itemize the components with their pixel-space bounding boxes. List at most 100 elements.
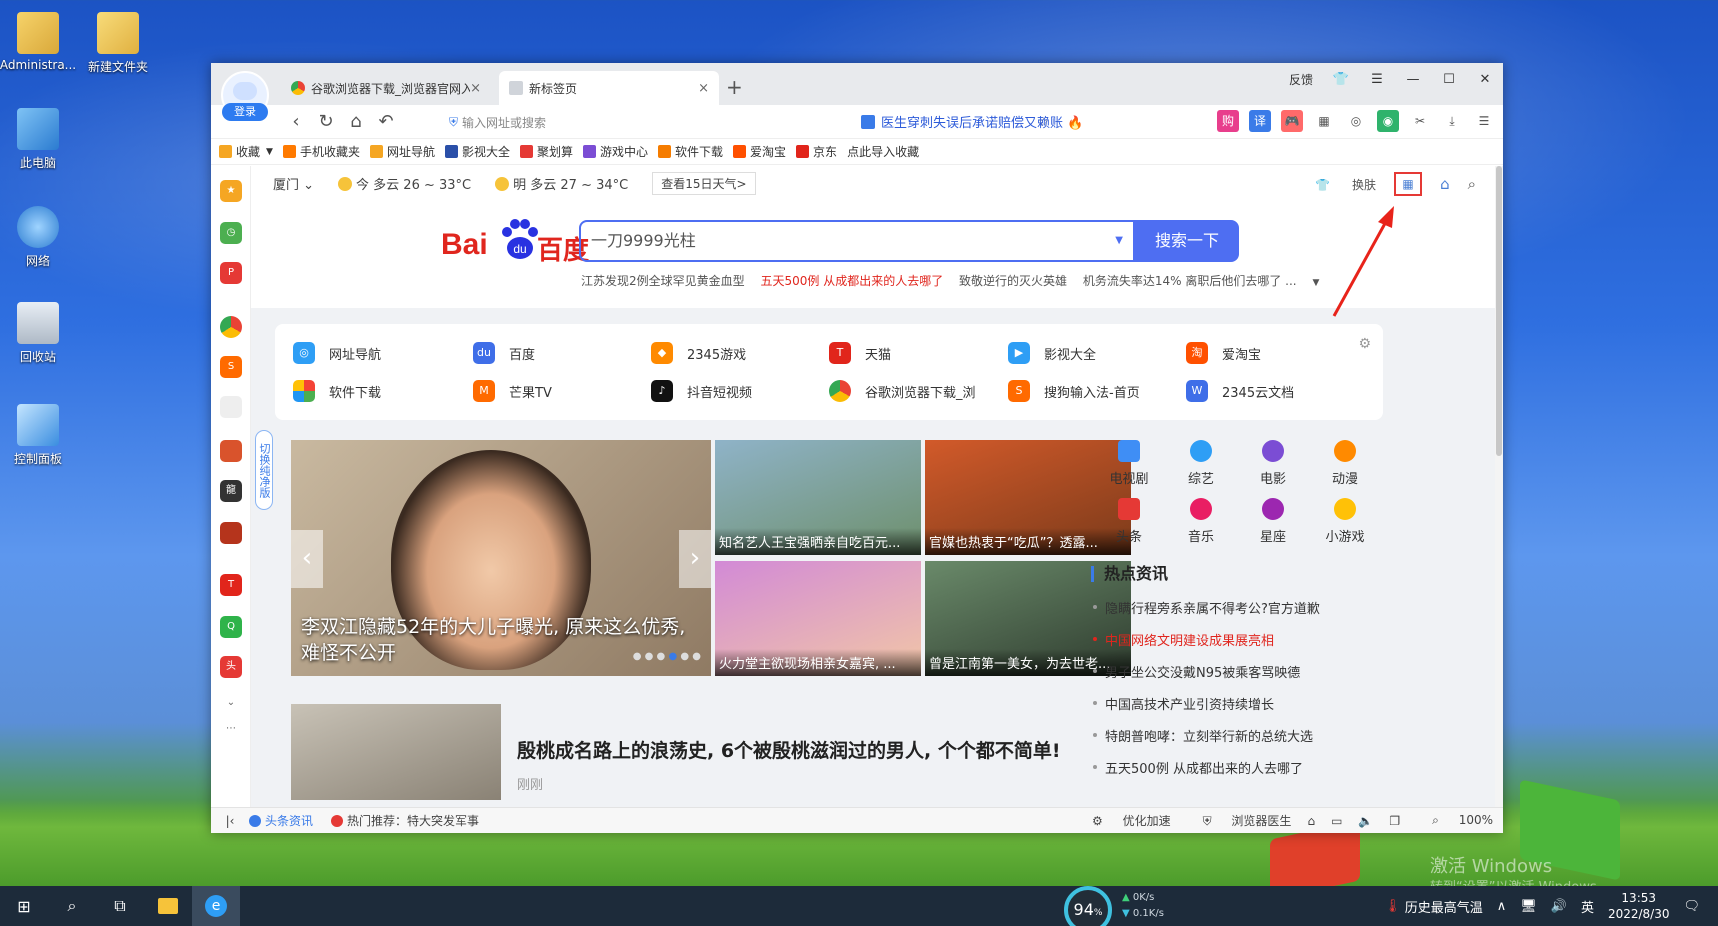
desktop-icon-administrator[interactable]: Administra... bbox=[0, 12, 78, 72]
notification-icon[interactable]: 🗨 bbox=[1683, 899, 1700, 914]
search-icon[interactable]: ⌕ bbox=[1468, 175, 1476, 193]
sidebar-expand-icon[interactable]: ⌄ bbox=[220, 692, 242, 714]
history-icon[interactable]: ◎ bbox=[1345, 110, 1367, 132]
image-icon[interactable]: ▭ bbox=[1331, 814, 1342, 828]
optimize-button[interactable]: ⚙ 优化加速 bbox=[1076, 812, 1171, 829]
bookmark-nav[interactable]: 网址导航 bbox=[369, 143, 435, 160]
login-button[interactable]: 登录 bbox=[222, 103, 268, 121]
network-speed-widget[interactable]: 94% ▲ 0K/s ▼ 0.1K/s bbox=[1064, 886, 1184, 926]
sidebar-sogou-icon[interactable]: S bbox=[220, 356, 242, 378]
hot-news-item[interactable]: 五天500例 从成都出来的人去哪了 bbox=[1093, 758, 1303, 777]
minimize-icon[interactable]: — bbox=[1395, 72, 1431, 87]
desktop-icon-this-pc[interactable]: 此电脑 bbox=[0, 108, 78, 171]
news-card[interactable]: 知名艺人王宝强晒亲自吃百元... bbox=[715, 440, 921, 555]
browser-doctor-button[interactable]: ⛨ 浏览器医生 bbox=[1187, 812, 1292, 829]
network-icon[interactable]: ⌂ bbox=[1307, 814, 1315, 828]
volume-icon[interactable]: 🔈 bbox=[1358, 814, 1373, 828]
hot-news-item[interactable]: 特朗普咆哮：立刻举行新的总统大选 bbox=[1092, 726, 1313, 745]
page-scrollbar[interactable] bbox=[1495, 166, 1503, 816]
close-icon[interactable]: ✕ bbox=[1467, 72, 1503, 87]
category-mini-games[interactable]: 小游戏 bbox=[1315, 498, 1375, 545]
sidebar-pdf-icon[interactable]: P bbox=[220, 262, 242, 284]
gear-icon[interactable]: ⚙ bbox=[1358, 336, 1371, 352]
search-button[interactable]: 搜索一下 bbox=[1135, 220, 1239, 262]
site-video[interactable]: ▶ 影视大全 bbox=[1008, 342, 1096, 364]
skin-button[interactable]: 👕 换肤 bbox=[1297, 176, 1376, 193]
forecast-button[interactable]: 查看15日天气> bbox=[652, 171, 756, 195]
search-input[interactable]: 一刀9999光柱 ▼ bbox=[579, 220, 1135, 262]
bookmark-import[interactable]: 点此导入收藏 bbox=[847, 143, 919, 160]
collapse-sidebar-icon[interactable]: |‹ bbox=[211, 814, 249, 828]
clock[interactable]: 13:53 2022/8/30 bbox=[1608, 890, 1670, 922]
site-baidu[interactable]: du 百度 bbox=[473, 342, 535, 364]
tab-close-icon[interactable]: × bbox=[470, 81, 481, 96]
site-wangzhi[interactable]: ◎ 网址导航 bbox=[293, 342, 381, 364]
bookmark-favorites[interactable]: 收藏 ▼ bbox=[219, 143, 273, 160]
menu-icon[interactable]: ☰ bbox=[1359, 72, 1395, 87]
site-chrome[interactable]: 谷歌浏览器下载_浏 bbox=[829, 380, 976, 402]
site-software[interactable]: 软件下载 bbox=[293, 380, 381, 402]
site-2345-docs[interactable]: W 2345云文档 bbox=[1186, 380, 1294, 402]
maximize-icon[interactable]: ☐ bbox=[1431, 72, 1467, 87]
sidebar-clock-icon[interactable]: ◷ bbox=[220, 222, 242, 244]
bookmark-software[interactable]: 软件下载 bbox=[658, 143, 723, 160]
tab-close-icon[interactable]: × bbox=[698, 81, 709, 96]
category-horoscope[interactable]: 星座 bbox=[1243, 498, 1303, 545]
scissors-icon[interactable]: ✂ bbox=[1409, 110, 1431, 132]
desktop-icon-new-folder[interactable]: 新建文件夹 bbox=[78, 12, 158, 75]
hot-recommend-link[interactable]: 热门推荐：特大突发军事 bbox=[347, 812, 479, 829]
site-sogou[interactable]: S 搜狗输入法-首页 bbox=[1008, 380, 1140, 402]
chevron-down-icon[interactable]: ▼ bbox=[1115, 222, 1123, 260]
category-music[interactable]: 音乐 bbox=[1171, 498, 1231, 545]
home-icon[interactable]: ⌂ bbox=[341, 111, 371, 132]
hot-link[interactable]: 致敬逆行的灭火英雄 bbox=[959, 274, 1067, 288]
translate-icon[interactable]: 译 bbox=[1249, 110, 1271, 132]
address-input[interactable]: 输入网址或搜索 bbox=[462, 114, 546, 131]
main-menu-icon[interactable]: ☰ bbox=[1473, 110, 1495, 132]
file-explorer-icon[interactable] bbox=[144, 886, 192, 926]
chevron-up-icon[interactable]: ∧ bbox=[1497, 899, 1507, 914]
sidebar-toutiao-icon[interactable]: 头 bbox=[220, 656, 242, 678]
ime-indicator[interactable]: 英 bbox=[1581, 897, 1594, 916]
bookmark-juhuasuan[interactable]: 聚划算 bbox=[519, 143, 573, 160]
network-tray-icon[interactable]: 🖥 bbox=[1520, 899, 1537, 914]
tab-chrome-download[interactable]: 谷歌浏览器下载_浏览器官网入口 × bbox=[281, 71, 491, 105]
hot-link[interactable]: 江苏发现2例全球罕见黄金血型 bbox=[581, 274, 745, 288]
bookmark-mobile[interactable]: 手机收藏夹 bbox=[282, 143, 360, 160]
carousel-prev-icon[interactable]: ‹ bbox=[291, 530, 323, 588]
address-ad-link[interactable]: 医生穿刺失误后承诺赔偿又赖账 🔥 bbox=[861, 112, 1083, 131]
extension-icon[interactable]: ◉ bbox=[1377, 110, 1399, 132]
site-mangotv[interactable]: M 芒果TV bbox=[473, 380, 552, 402]
new-tab-button[interactable]: + bbox=[726, 75, 743, 99]
zoom-control[interactable]: ⌕ 100% bbox=[1416, 813, 1493, 828]
site-aitaobao[interactable]: 淘爱淘宝 bbox=[1186, 342, 1261, 364]
back-icon[interactable]: ‹ bbox=[281, 111, 311, 132]
volume-tray-icon[interactable]: 🔊 bbox=[1551, 899, 1567, 914]
chevron-down-icon[interactable]: ▼ bbox=[1312, 278, 1319, 288]
scrollbar-thumb[interactable] bbox=[1496, 166, 1502, 456]
grid-layout-icon[interactable]: ▦ bbox=[1394, 172, 1423, 196]
desktop-icon-control-panel[interactable]: 控制面板 bbox=[0, 404, 78, 467]
home-icon[interactable]: ⌂ bbox=[1440, 175, 1450, 193]
news-card[interactable]: 火力堂主欲现场相亲女嘉宾, ... bbox=[715, 561, 921, 676]
hot-news-item[interactable]: 男子坐公交没戴N95被乘客骂映德 bbox=[1092, 662, 1300, 681]
hot-news-item[interactable]: 隐瞒行程旁系亲属不得考公?官方道歉 bbox=[1093, 598, 1320, 617]
category-movie[interactable]: 电影 bbox=[1243, 440, 1303, 487]
sidebar-iqiyi-icon[interactable]: Q bbox=[220, 616, 242, 638]
shopping-icon[interactable]: 购 bbox=[1217, 110, 1239, 132]
bookmark-aitaobao[interactable]: 爱淘宝 bbox=[733, 143, 786, 160]
hot-news-item[interactable]: 中国高技术产业引资持续增长 bbox=[1092, 694, 1274, 713]
window-icon[interactable]: ❐ bbox=[1389, 814, 1400, 828]
sidebar-chrome-icon[interactable] bbox=[220, 316, 242, 338]
hot-news-item[interactable]: 中国网络文明建设成果展亮相 bbox=[1092, 630, 1274, 649]
carousel-dots[interactable]: ● ● ● ● ● ● bbox=[633, 651, 701, 662]
bookmark-video[interactable]: 影视大全 bbox=[444, 143, 510, 160]
toutiao-link[interactable]: 头条资讯 bbox=[265, 812, 313, 829]
task-view-icon[interactable]: ⧉ bbox=[96, 886, 144, 926]
bookmark-jd[interactable]: 京东 bbox=[796, 143, 837, 160]
bookmark-games[interactable]: 游戏中心 bbox=[583, 143, 648, 160]
feedback-button[interactable]: 反馈 bbox=[1279, 71, 1323, 88]
switch-pure-version[interactable]: 切换纯净版 bbox=[255, 430, 273, 510]
sidebar-tmall-icon[interactable]: T bbox=[220, 574, 242, 596]
hot-link[interactable]: 机务流失率达14% 离职后他们去哪了 ... bbox=[1083, 274, 1297, 288]
